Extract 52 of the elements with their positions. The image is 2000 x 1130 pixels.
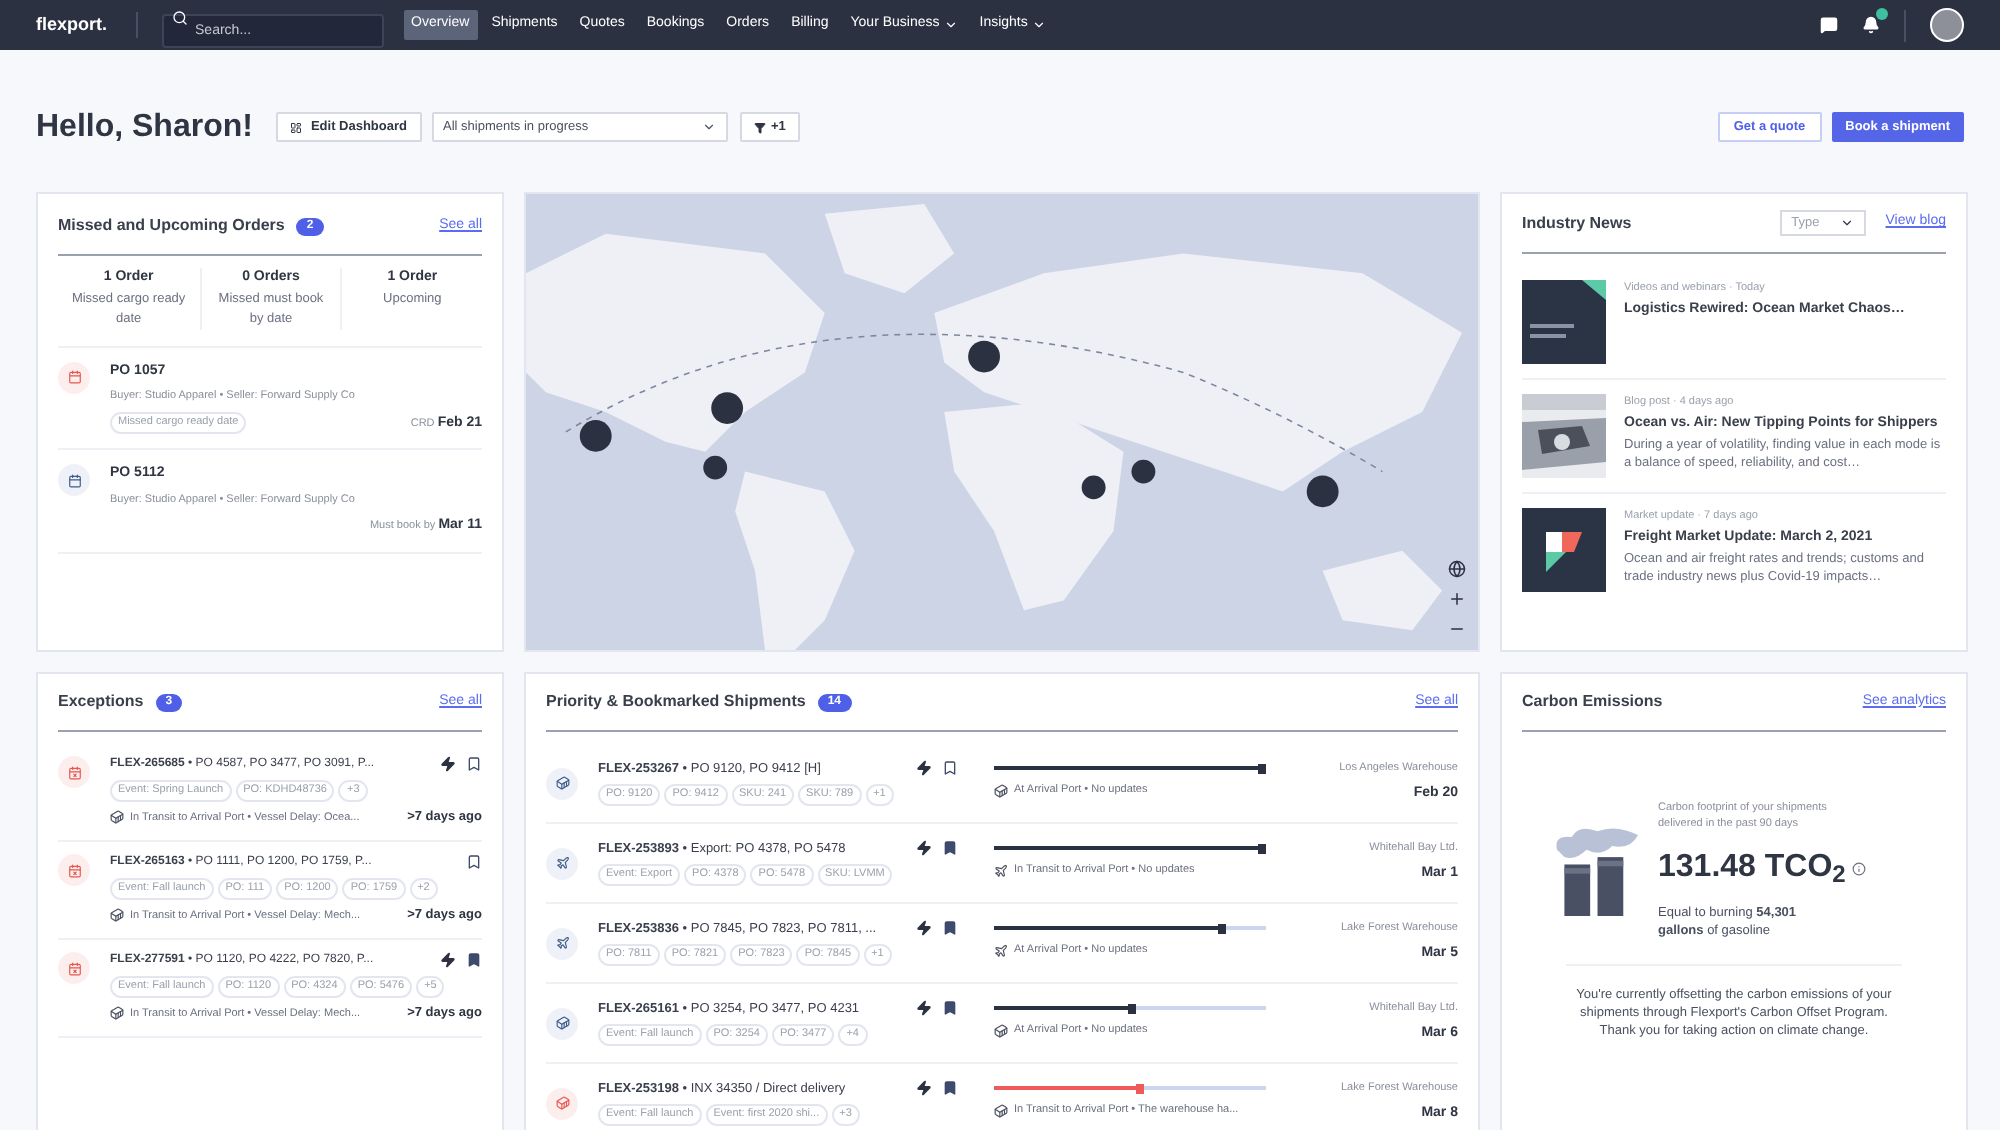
plane-icon bbox=[555, 936, 569, 950]
caret-icon bbox=[943, 18, 958, 32]
dashboard-icon bbox=[290, 121, 303, 133]
container-icon bbox=[555, 1096, 569, 1110]
lightning-icon[interactable] bbox=[440, 756, 456, 772]
caret-icon bbox=[1839, 216, 1854, 230]
container-icon bbox=[994, 1024, 1008, 1038]
plane-icon bbox=[994, 864, 1008, 878]
container-icon bbox=[994, 1104, 1008, 1118]
caret-icon bbox=[1031, 18, 1046, 32]
bookmark-icon[interactable] bbox=[942, 759, 958, 776]
calendar-alert-icon bbox=[58, 756, 90, 788]
lightning-icon[interactable] bbox=[916, 759, 932, 776]
bookmark-icon[interactable] bbox=[466, 756, 482, 772]
globe-icon[interactable] bbox=[1448, 560, 1466, 578]
bookmark-icon[interactable] bbox=[466, 952, 482, 968]
lightning-icon[interactable] bbox=[916, 999, 932, 1016]
caret-icon bbox=[701, 120, 715, 134]
avatar[interactable] bbox=[1930, 8, 1964, 42]
bookmark-icon[interactable] bbox=[942, 999, 958, 1016]
card-title: Priority & Bookmarked Shipments bbox=[546, 690, 806, 714]
container-icon bbox=[110, 1006, 124, 1021]
container-icon bbox=[110, 810, 124, 825]
card-title: Industry News bbox=[1522, 211, 1632, 235]
card-title: Carbon Emissions bbox=[1522, 690, 1663, 714]
container-icon bbox=[994, 784, 1008, 798]
container-icon bbox=[555, 776, 569, 790]
plane-icon bbox=[994, 944, 1008, 958]
bell-icon[interactable] bbox=[1862, 16, 1880, 34]
bookmark-icon[interactable] bbox=[942, 1079, 958, 1096]
lightning-icon[interactable] bbox=[440, 952, 456, 968]
chat-icon[interactable] bbox=[1820, 16, 1838, 34]
bookmark-icon[interactable] bbox=[466, 854, 482, 870]
lightning-icon[interactable] bbox=[916, 839, 932, 856]
filter-icon bbox=[753, 121, 765, 133]
container-icon bbox=[555, 1016, 569, 1030]
bookmark-icon[interactable] bbox=[942, 919, 958, 936]
zoom-in-icon[interactable] bbox=[1448, 590, 1466, 608]
bookmark-icon[interactable] bbox=[942, 839, 958, 856]
calendar-alert-icon bbox=[58, 854, 90, 886]
card-title: Missed and Upcoming Orders bbox=[58, 214, 285, 238]
search-icon bbox=[171, 10, 188, 26]
calendar-alert-icon bbox=[58, 952, 90, 984]
lightning-icon[interactable] bbox=[916, 919, 932, 936]
plane-icon bbox=[555, 856, 569, 870]
info-icon[interactable] bbox=[1851, 861, 1866, 875]
card-title: Exceptions bbox=[58, 690, 144, 714]
carbon-value: 131.48 TCO$_{2}$ bbox=[1658, 848, 1846, 892]
container-icon bbox=[110, 908, 124, 923]
greeting: Hello, Sharon! bbox=[36, 107, 253, 147]
lightning-icon[interactable] bbox=[916, 1079, 932, 1096]
logo[interactable]: flexport. bbox=[36, 11, 138, 39]
